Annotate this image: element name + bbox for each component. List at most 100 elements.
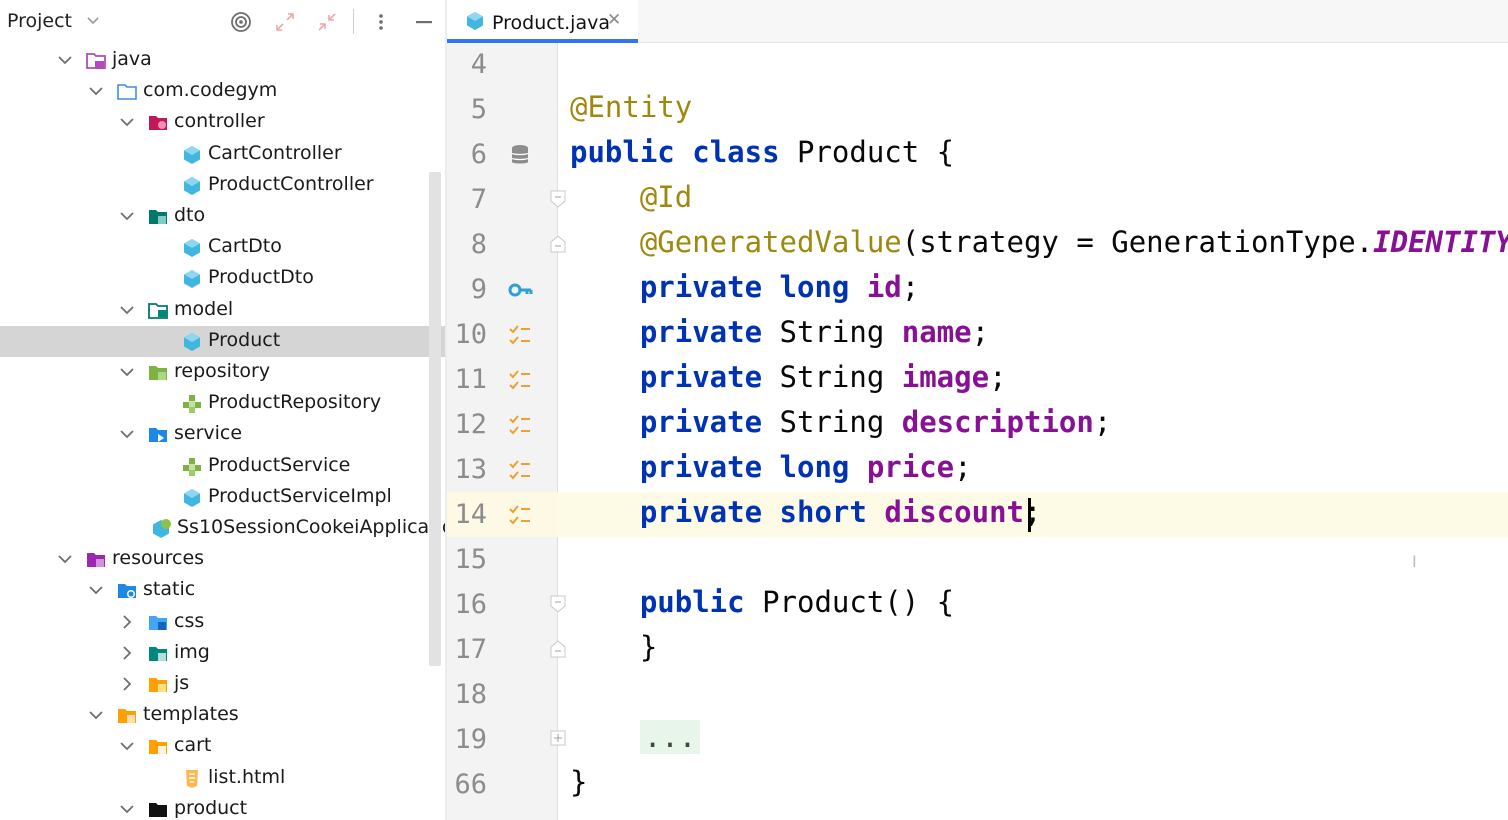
tree-item[interactable]: js [0, 669, 446, 700]
chevron-down-icon[interactable] [88, 583, 104, 597]
expand-all-icon[interactable] [274, 11, 296, 33]
code-line[interactable]: 10 private String name; [447, 312, 1508, 357]
code-line[interactable]: 16 public Product() { [447, 582, 1508, 627]
tree-item-label: repository [174, 360, 271, 382]
code-text: } [570, 765, 587, 799]
fold-marker-icon[interactable] [549, 234, 567, 254]
tree-item[interactable]: cart [0, 731, 446, 762]
chevron-down-icon[interactable] [119, 209, 135, 223]
chevron-down-icon[interactable] [119, 739, 135, 753]
chevron-down-icon[interactable] [119, 802, 135, 816]
tree-item[interactable]: CartController [0, 139, 446, 170]
tree-item[interactable]: com.codegym [0, 76, 446, 107]
key-icon [508, 283, 533, 297]
code-line[interactable]: 13 private long price; [447, 447, 1508, 492]
tree-item[interactable]: ProductRepository [0, 388, 446, 419]
chevron-down-icon[interactable] [88, 708, 104, 722]
chevron-down-icon[interactable] [85, 14, 101, 28]
tree-scrollbar[interactable] [429, 172, 441, 666]
code-line[interactable]: 14 private short discount; [447, 492, 1508, 537]
code-line[interactable]: 7 @Id [447, 177, 1508, 222]
tree-item[interactable]: controller [0, 107, 446, 138]
tree-item[interactable]: ProductController [0, 170, 446, 201]
code-line[interactable]: 11 private String image; [447, 357, 1508, 402]
class-icon [184, 270, 200, 289]
fold-expand-icon[interactable] [549, 729, 567, 749]
chevron-down-icon[interactable] [119, 115, 135, 129]
code-token: ; [971, 315, 990, 349]
tree-item[interactable]: product [0, 794, 446, 820]
tree-item[interactable]: list.html [0, 763, 446, 794]
chevron-down-icon[interactable] [57, 53, 73, 67]
tree-item[interactable]: css [0, 607, 446, 638]
code-token: long [779, 270, 850, 304]
tree-item[interactable]: model [0, 295, 446, 326]
chevron-right-icon[interactable] [119, 614, 135, 629]
code-line[interactable]: 12 private String description; [447, 402, 1508, 447]
tree-item-label: ProductDto [208, 266, 314, 289]
code-line[interactable]: 15 [447, 537, 1508, 582]
tree-item[interactable]: ProductDto [0, 263, 446, 294]
tree-item[interactable]: img [0, 638, 446, 669]
project-title[interactable]: Project [7, 10, 72, 32]
code-line[interactable]: 4 [447, 42, 1508, 87]
tree-item[interactable]: CartDto [0, 232, 446, 263]
hide-icon[interactable] [413, 11, 435, 33]
tree-item[interactable]: static [0, 575, 446, 606]
line-number: 12 [454, 409, 487, 440]
code-line[interactable]: 18 [447, 672, 1508, 717]
tree-item[interactable]: service [0, 419, 446, 450]
collapse-all-icon[interactable] [316, 11, 338, 33]
code-line[interactable]: 66} [447, 762, 1508, 807]
chevron-down-icon[interactable] [119, 427, 135, 441]
chevron-right-icon[interactable] [119, 646, 135, 660]
folder-icon [149, 802, 167, 817]
code-token: name [901, 315, 972, 349]
code-token: ; [1024, 495, 1042, 529]
code-token: ; [954, 450, 972, 484]
code-text: } [570, 630, 657, 664]
chevron-right-icon[interactable] [119, 677, 135, 691]
close-icon[interactable]: ✕ [607, 10, 621, 30]
line-number: 18 [454, 679, 487, 710]
code-line[interactable]: 17 } [447, 627, 1508, 672]
code-line[interactable]: 19 ... [447, 717, 1508, 762]
code-token: image [901, 360, 990, 394]
tree-item[interactable]: Ss10SessionCookeiApplication [0, 513, 446, 544]
code-line[interactable]: 5 @Entity [447, 87, 1508, 132]
chevron-down-icon[interactable] [119, 303, 135, 317]
fold-marker-icon[interactable] [549, 189, 567, 209]
tree-item[interactable]: java [0, 45, 446, 76]
fold-marker-icon[interactable] [549, 594, 567, 614]
tree-item[interactable]: resources [0, 544, 446, 575]
chevron-down-icon[interactable] [88, 84, 104, 98]
code-line[interactable]: 6 public class Product { [447, 132, 1508, 177]
tree-item-label: ProductServiceImpl [208, 484, 392, 507]
project-header: Project [0, 0, 446, 43]
code-text: private long price; [570, 450, 972, 484]
code-token: price [866, 450, 955, 484]
locate-icon[interactable] [230, 11, 252, 33]
tree-item[interactable]: ProductService [0, 451, 446, 482]
tab-product-java[interactable]: Product.java ✕ [447, 0, 638, 43]
chevron-down-icon[interactable] [57, 552, 73, 566]
fold-marker-icon[interactable] [549, 639, 567, 659]
line-number: 16 [454, 589, 487, 620]
tree-item[interactable]: dto [0, 201, 446, 232]
tree-item[interactable]: repository [0, 357, 446, 388]
class-icon [184, 145, 200, 164]
chevron-down-icon[interactable] [119, 365, 135, 379]
code-line[interactable]: 9 private long id; [447, 267, 1508, 312]
tree-item[interactable]: ProductServiceImpl [0, 482, 446, 513]
code-line[interactable]: 8 @GeneratedValue(strategy = GenerationT… [447, 222, 1508, 267]
code-token: ... [639, 720, 701, 754]
tree-item[interactable]: templates [0, 700, 446, 731]
templates-folder-icon [118, 709, 136, 724]
options-icon[interactable] [370, 11, 392, 33]
tree-item[interactable]: Product [0, 325, 446, 357]
